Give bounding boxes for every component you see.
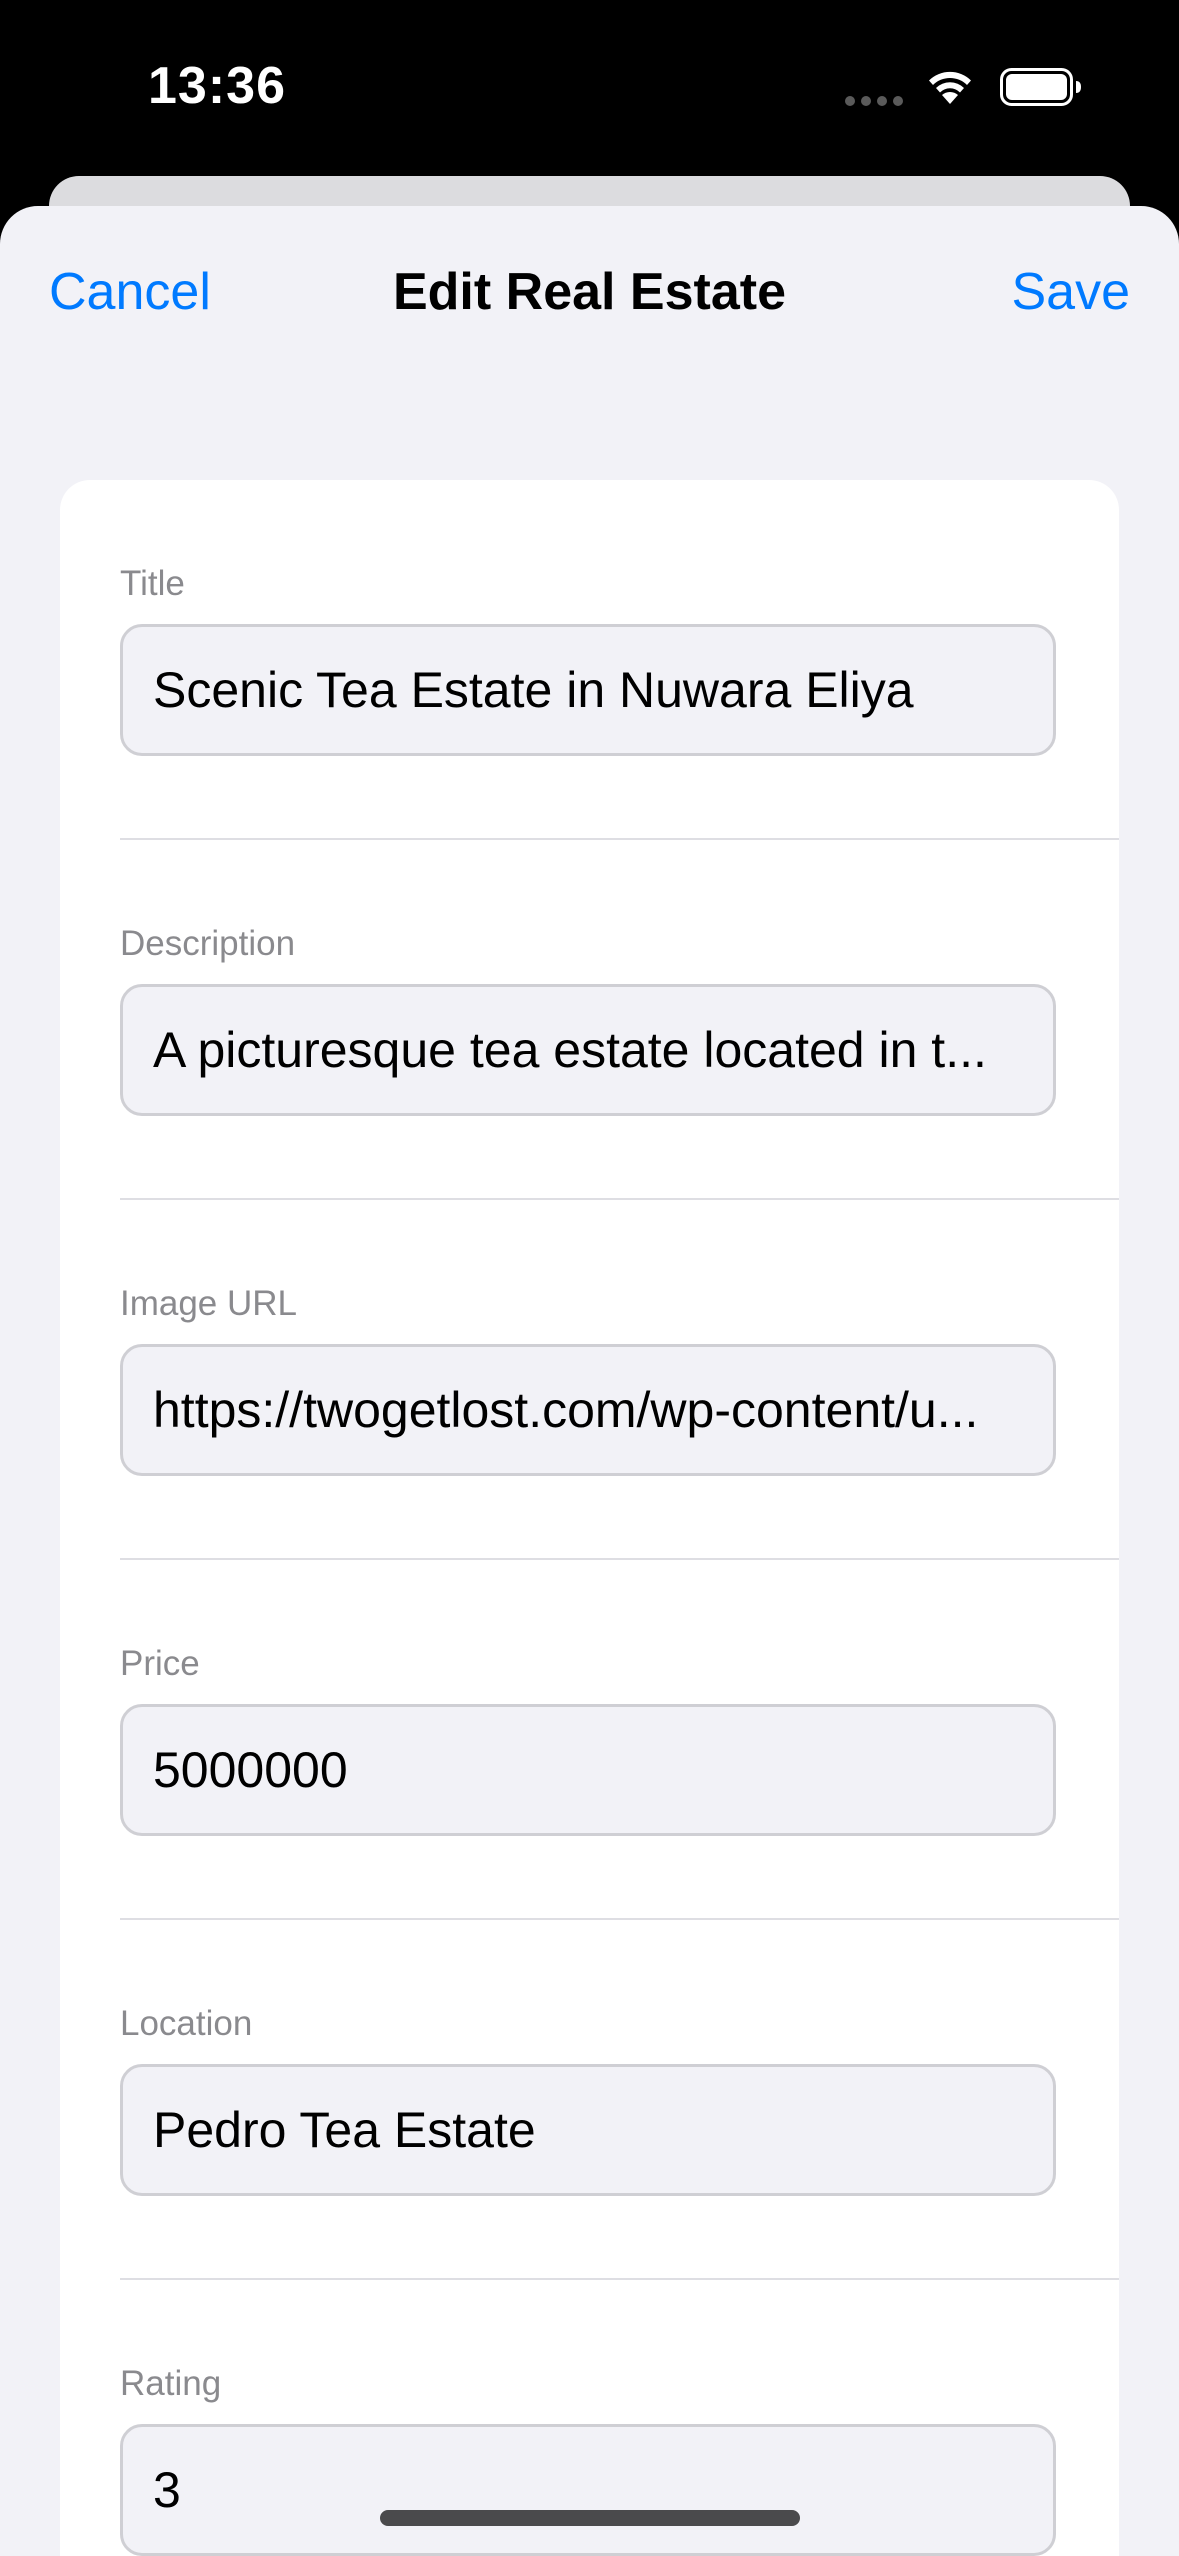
image-url-field[interactable]: https://twogetlost.com/wp-content/u...	[120, 1344, 1056, 1476]
location-label: Location	[120, 2004, 253, 2043]
rating-label: Rating	[120, 2364, 222, 2403]
description-field[interactable]: A picturesque tea estate located in t...	[120, 984, 1056, 1116]
save-button[interactable]: Save	[1011, 262, 1130, 322]
form-row-description: Description A picturesque tea estate loc…	[120, 840, 1119, 1200]
cellular-signal-icon	[845, 96, 905, 108]
description-label: Description	[120, 924, 296, 963]
form-row-image-url: Image URL https://twogetlost.com/wp-cont…	[120, 1200, 1119, 1560]
form-row-location: Location Pedro Tea Estate	[120, 1920, 1119, 2280]
home-indicator[interactable]	[380, 2510, 800, 2526]
wifi-icon	[929, 71, 971, 104]
form-card: Title Scenic Tea Estate in Nuwara Eliya …	[60, 480, 1119, 2556]
form-row-title: Title Scenic Tea Estate in Nuwara Eliya	[120, 480, 1119, 840]
title-label: Title	[120, 564, 185, 603]
status-time: 13:36	[148, 57, 286, 115]
rating-field[interactable]: 3	[120, 2424, 1056, 2556]
navigation-bar: Cancel Edit Real Estate Save	[0, 206, 1179, 376]
price-field[interactable]: 5000000	[120, 1704, 1056, 1836]
screen: 13:36 Cancel Edit Real Estate Save Title…	[0, 0, 1179, 2556]
status-bar: 13:36	[0, 0, 1179, 176]
form-row-price: Price 5000000	[120, 1560, 1119, 1920]
page-title: Edit Real Estate	[392, 263, 787, 321]
price-label: Price	[120, 1644, 200, 1683]
battery-icon	[1000, 68, 1081, 106]
edit-sheet: Cancel Edit Real Estate Save Title Sceni…	[0, 206, 1179, 2556]
location-field[interactable]: Pedro Tea Estate	[120, 2064, 1056, 2196]
image-url-label: Image URL	[120, 1284, 298, 1323]
title-field[interactable]: Scenic Tea Estate in Nuwara Eliya	[120, 624, 1056, 756]
